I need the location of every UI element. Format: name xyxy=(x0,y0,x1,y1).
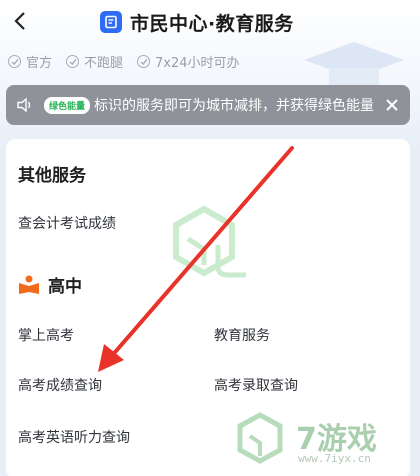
close-notice-button[interactable] xyxy=(378,91,406,119)
service-tags: 官方 不跑腿 7x24小时可办 xyxy=(8,52,240,71)
tag-no-errand: 不跑腿 xyxy=(66,52,123,71)
close-icon xyxy=(386,99,398,111)
check-circle-icon xyxy=(137,55,151,68)
section-title-other-services: 其他服务 xyxy=(18,166,86,186)
check-circle-icon xyxy=(8,55,21,68)
watermark-url: www.7iyx.cn xyxy=(298,452,371,465)
green-energy-badge: 绿色能量 xyxy=(44,96,91,114)
watermark-logo-icon xyxy=(173,205,246,278)
service-link-gaokao-score-query[interactable]: 高考成绩查询 xyxy=(18,375,102,395)
book-icon xyxy=(19,275,39,294)
back-button[interactable] xyxy=(6,6,36,36)
check-circle-icon xyxy=(66,55,80,68)
tag-label: 7x24小时可办 xyxy=(155,56,240,71)
speaker-icon xyxy=(17,97,31,113)
tag-label: 官方 xyxy=(26,56,53,71)
notice-text: 标识的服务即可为城市减排，并获得绿色能量 xyxy=(94,98,375,114)
tag-label: 不跑腿 xyxy=(84,56,124,71)
section-header-high-school: 高中 xyxy=(18,272,82,297)
service-link-accounting-exam[interactable]: 查会计考试成绩 xyxy=(18,213,116,233)
watermark-brand-icon xyxy=(237,412,283,464)
section-title-high-school: 高中 xyxy=(48,277,82,297)
chevron-left-icon xyxy=(14,12,25,30)
page-title: 市民中心·教育服务 xyxy=(130,12,294,35)
page-title-group: 市民中心·教育服务 xyxy=(100,8,294,36)
service-logo-icon xyxy=(100,11,122,33)
navigation-bar: 市民中心·教育服务 xyxy=(0,0,420,44)
tag-24-7: 7x24小时可办 xyxy=(137,52,240,71)
tag-official: 官方 xyxy=(8,52,52,71)
service-link-gaokao-english-listening[interactable]: 高考英语听力查询 xyxy=(18,427,130,447)
watermark-brand: 7游戏 www.7iyx.cn xyxy=(234,408,414,472)
service-link-gaokao-admission-query[interactable]: 高考录取查询 xyxy=(214,375,298,395)
notice-banner: 绿色能量 标识的服务即可为城市减排，并获得绿色能量 xyxy=(6,85,410,125)
service-link-education-services[interactable]: 教育服务 xyxy=(214,325,270,345)
service-link-gaokao-mobile[interactable]: 掌上高考 xyxy=(18,325,74,345)
